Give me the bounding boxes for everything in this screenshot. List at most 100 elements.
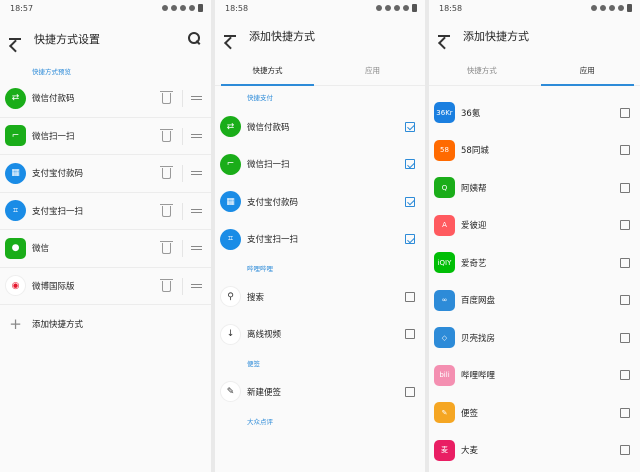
checkbox[interactable]	[620, 145, 630, 156]
status-bar: 18:58	[429, 0, 640, 16]
app-row[interactable]: 麦大麦	[429, 432, 640, 470]
trash-icon[interactable]	[160, 166, 173, 179]
tab-shortcuts[interactable]: 快捷方式	[429, 56, 535, 85]
list-item[interactable]: ▦ 支付宝付款码	[215, 183, 425, 221]
app-icon: bili	[434, 364, 455, 386]
app-icon: Q	[434, 177, 455, 199]
search-icon[interactable]	[188, 32, 201, 45]
drag-handle-icon[interactable]	[191, 283, 202, 288]
app-row[interactable]: bili 哔哩哔哩	[429, 357, 640, 395]
shortcut-row-wechat-pay: ⇄ 微信付款码	[0, 80, 211, 118]
status-bar: 18:57	[0, 0, 211, 16]
wechat-scan-icon: ⌐	[5, 125, 26, 147]
app-label: 阿姨帮	[461, 183, 487, 194]
app-row[interactable]: 36Kr 36氪	[429, 94, 640, 132]
list-item[interactable]: ⌐ 微信扫一扫	[215, 146, 425, 184]
tab-apps[interactable]: 应用	[535, 56, 640, 86]
app-label: 便签	[461, 408, 479, 419]
back-arrow-icon[interactable]	[437, 29, 451, 43]
list-item[interactable]: ⇄ 微信付款码	[215, 108, 425, 146]
checkbox[interactable]	[405, 329, 415, 340]
shortcut-label: 支付宝扫一扫	[32, 206, 84, 217]
item-label: 微信付款码	[247, 122, 290, 133]
shortcut-row-alipay-pay: ▦ 支付宝付款码	[0, 155, 211, 193]
app-icon: 麦	[434, 439, 455, 461]
app-label: 58同城	[461, 146, 489, 157]
app-row[interactable]: ◇ 贝壳找房	[429, 319, 640, 357]
group-header: 大众点评	[247, 417, 273, 426]
checkbox[interactable]	[405, 386, 415, 397]
checkbox[interactable]	[405, 121, 415, 132]
add-shortcut-row[interactable]: + 添加快捷方式	[0, 305, 211, 343]
checkbox[interactable]	[620, 257, 630, 268]
add-shortcut-apps-screen: 18:58 添加快捷方式 快捷方式 应用 36Kr 36氪 58 58同城 Q 阿姨帮 A 爱…	[429, 0, 640, 472]
trash-icon[interactable]	[160, 203, 173, 217]
tab-bar: 快捷方式 应用	[429, 56, 640, 86]
checkbox[interactable]	[405, 234, 415, 245]
app-icon: A	[434, 214, 455, 236]
app-row[interactable]: ✎ 便签	[429, 394, 640, 432]
app-row[interactable]: Q 阿姨帮	[429, 169, 640, 207]
shortcut-label: 微信扫一扫	[32, 131, 75, 142]
shortcut-row-alipay-scan: ⌗ 支付宝扫一扫	[0, 193, 211, 230]
search-icon: ⚲	[220, 286, 241, 308]
item-label: 微信扫一扫	[247, 160, 290, 171]
alipay-scan-icon: ⌗	[5, 200, 26, 222]
status-time: 18:57	[10, 3, 34, 13]
list-item[interactable]: ⚲ 搜索	[215, 278, 425, 316]
status-time: 18:58	[225, 3, 249, 13]
app-icon: iQIY	[434, 252, 455, 274]
group-header: 快捷支付	[247, 94, 273, 102]
trash-icon[interactable]	[160, 128, 173, 142]
app-row[interactable]: ∞ 百度网盘	[429, 282, 640, 320]
status-bar: 18:58	[215, 0, 425, 16]
trash-icon[interactable]	[160, 91, 173, 104]
checkbox[interactable]	[620, 107, 630, 118]
app-row[interactable]: 58 58同城	[429, 132, 640, 170]
plus-icon: +	[9, 314, 22, 333]
drag-handle-icon[interactable]	[191, 208, 202, 213]
checkbox[interactable]	[620, 445, 630, 456]
app-row[interactable]: A 爱彼迎	[429, 207, 640, 245]
list-item[interactable]: ↓ 离线视频	[215, 316, 425, 354]
app-row[interactable]: iQIY 爱奇艺	[429, 244, 640, 282]
checkbox[interactable]	[620, 220, 630, 231]
checkbox[interactable]	[620, 332, 630, 343]
drag-handle-icon[interactable]	[191, 246, 202, 250]
list-item[interactable]: ✎ 新建便签	[215, 373, 425, 411]
checkbox[interactable]	[620, 370, 630, 381]
wechat-pay-icon: ⇄	[5, 87, 26, 109]
alipay-pay-icon: ▦	[5, 162, 26, 184]
checkbox[interactable]	[405, 291, 415, 302]
trash-icon[interactable]	[160, 278, 173, 292]
status-time: 18:58	[439, 3, 463, 13]
item-label: 新建便签	[247, 387, 282, 398]
checkbox[interactable]	[405, 159, 415, 170]
drag-handle-icon[interactable]	[191, 133, 202, 138]
drag-handle-icon[interactable]	[191, 96, 202, 100]
app-label: 贝壳找房	[461, 333, 496, 344]
tab-shortcuts[interactable]: 快捷方式	[215, 56, 320, 86]
page-title: 快捷方式设置	[34, 33, 100, 46]
list-item[interactable]: ⌗ 支付宝扫一扫	[215, 221, 425, 259]
back-arrow-icon[interactable]	[223, 29, 237, 43]
app-icon: 36Kr	[434, 102, 455, 124]
checkbox[interactable]	[620, 295, 630, 306]
app-label: 爱彼迎	[461, 221, 487, 232]
checkbox[interactable]	[620, 182, 630, 193]
trash-icon[interactable]	[160, 241, 173, 254]
app-bar: 添加快捷方式	[429, 16, 640, 56]
checkbox[interactable]	[620, 407, 630, 418]
item-label: 支付宝扫一扫	[247, 235, 299, 246]
section-header: 快捷方式预览	[32, 68, 71, 76]
wechat-scan-icon: ⌐	[220, 153, 241, 175]
shortcut-row-wechat-scan: ⌐ 微信扫一扫	[0, 118, 211, 155]
app-icon: ∞	[434, 289, 455, 311]
checkbox[interactable]	[405, 196, 415, 207]
alipay-pay-icon: ▦	[220, 191, 241, 213]
back-arrow-icon[interactable]	[8, 32, 22, 46]
app-bar: 添加快捷方式	[215, 16, 425, 56]
shortcut-row-weibo: ◉ 微博国际版	[0, 268, 211, 305]
drag-handle-icon[interactable]	[191, 171, 202, 175]
tab-apps[interactable]: 应用	[320, 56, 425, 85]
